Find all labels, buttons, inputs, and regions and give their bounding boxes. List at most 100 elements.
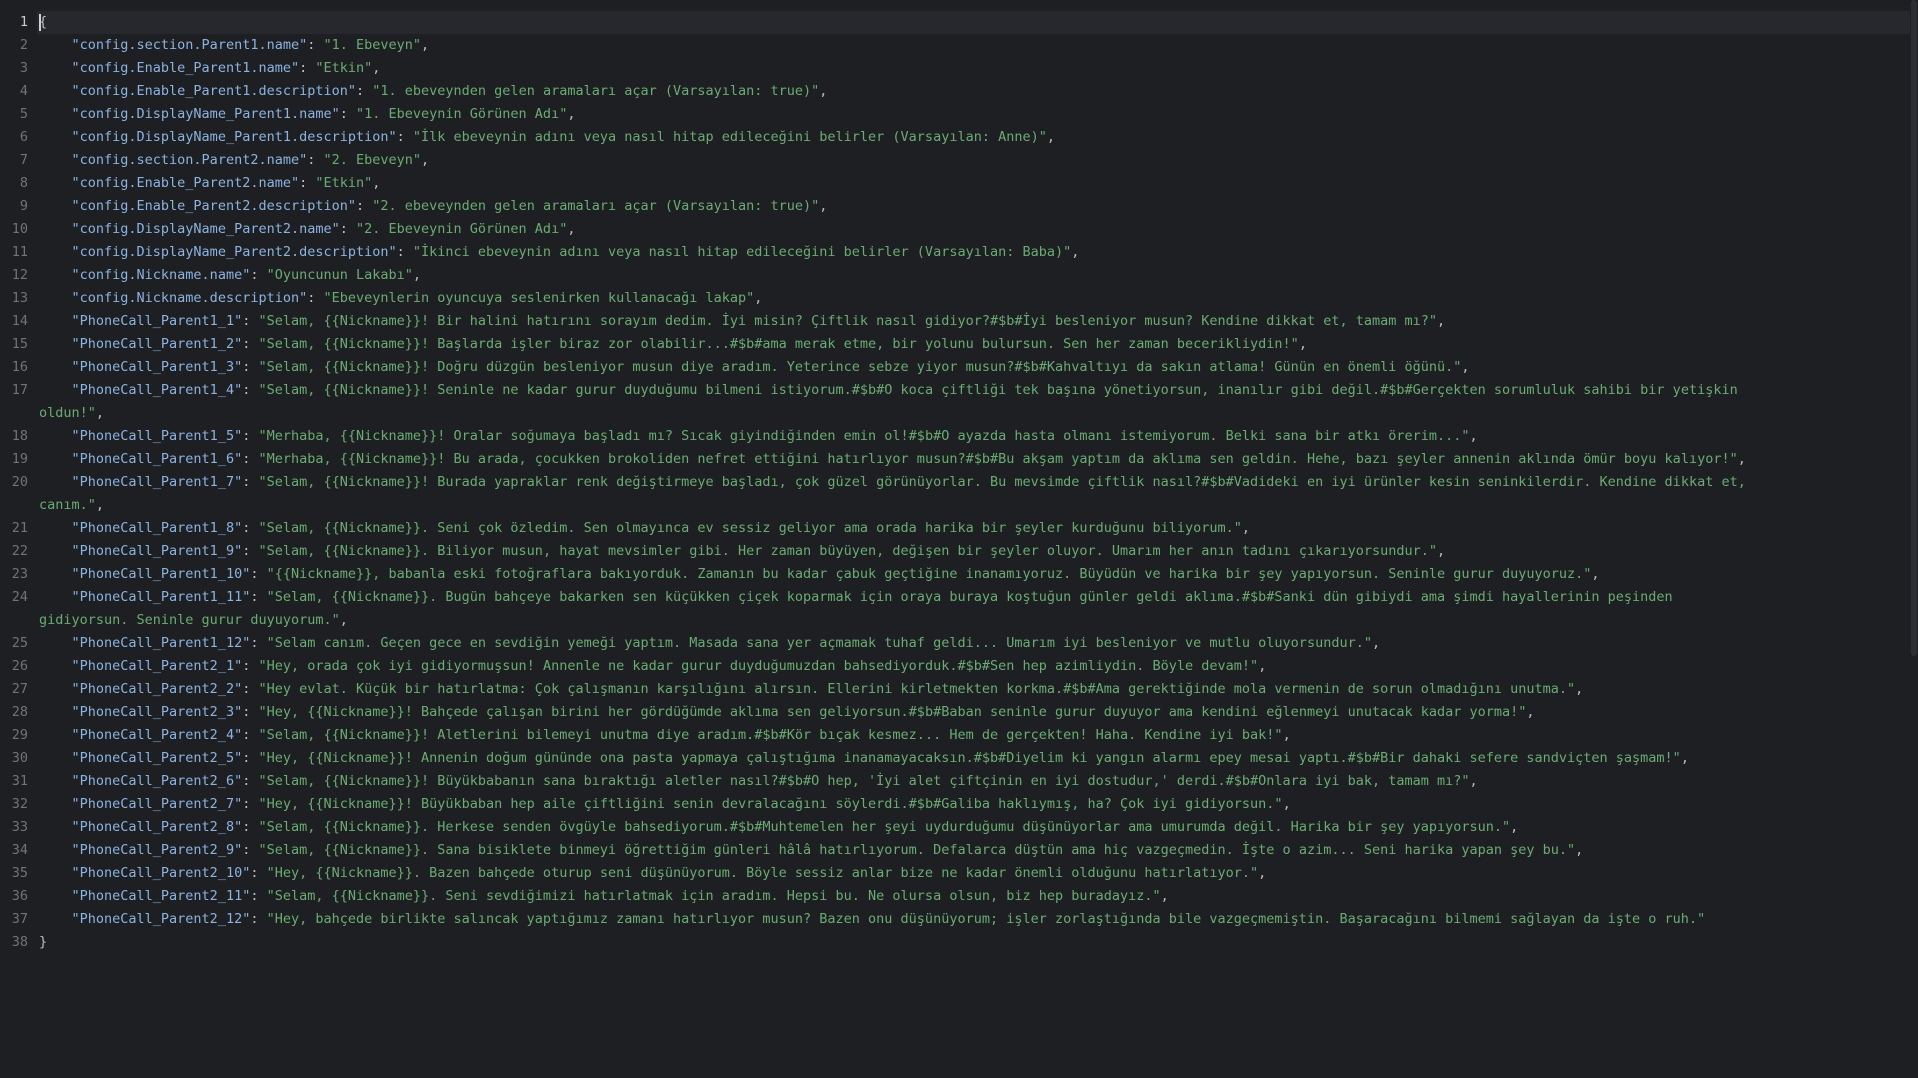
code-line[interactable]: "config.section.Parent2.name": "2. Ebeve… bbox=[39, 149, 1890, 172]
line-number: 2 bbox=[19, 37, 28, 53]
line-number bbox=[0, 402, 28, 425]
code-line[interactable]: "PhoneCall_Parent1_10": "{{Nickname}}, b… bbox=[39, 563, 1890, 586]
json-key: "PhoneCall_Parent1_6" bbox=[71, 451, 243, 467]
line-number: 6 bbox=[19, 129, 28, 145]
code-line[interactable]: "config.Enable_Parent2.description": "2.… bbox=[39, 195, 1890, 218]
line-number: 13 bbox=[11, 290, 28, 306]
code-line[interactable]: "PhoneCall_Parent2_5": "Hey, {{Nickname}… bbox=[39, 747, 1890, 770]
code-line[interactable]: "config.section.Parent1.name": "1. Ebeve… bbox=[39, 34, 1890, 57]
code-line[interactable]: "PhoneCall_Parent2_3": "Hey, {{Nickname}… bbox=[39, 701, 1890, 724]
code-line[interactable]: gidiyorsun. Seninle gurur duyuyorum.", bbox=[39, 609, 1890, 632]
json-key: "PhoneCall_Parent2_2" bbox=[71, 681, 243, 697]
json-string-value: "Selam, {{Nickname}}! Büyükbabanın sana … bbox=[258, 773, 1470, 789]
code-line[interactable]: "PhoneCall_Parent1_7": "Selam, {{Nicknam… bbox=[39, 471, 1890, 494]
json-key: "PhoneCall_Parent2_11" bbox=[71, 888, 251, 904]
comma: , bbox=[1071, 244, 1080, 260]
code-line[interactable]: "PhoneCall_Parent2_6": "Selam, {{Nicknam… bbox=[39, 770, 1890, 793]
json-key: "PhoneCall_Parent2_9" bbox=[71, 842, 243, 858]
json-string-value: "Selam, {{Nickname}}. Sana bisiklete bin… bbox=[258, 842, 1576, 858]
comma: , bbox=[819, 83, 828, 99]
json-string-value: "2. Ebeveynin Görünen Adı" bbox=[356, 221, 568, 237]
line-number: 34 bbox=[11, 842, 28, 858]
json-string-value: "Merhaba, {{Nickname}}! Oralar soğumaya … bbox=[258, 428, 1470, 444]
code-line[interactable]: "PhoneCall_Parent2_9": "Selam, {{Nicknam… bbox=[39, 839, 1890, 862]
json-key: "PhoneCall_Parent2_8" bbox=[71, 819, 243, 835]
code-editor[interactable]: 1 2 3 4 5 6 7 8 9 10 11 12 13 14 15 16 17 18 19 20 21 22 23 24 2… bbox=[0, 0, 1918, 1078]
comma: , bbox=[1575, 842, 1584, 858]
colon-separator: : bbox=[250, 635, 267, 651]
colon-separator: : bbox=[242, 474, 259, 490]
line-number: 31 bbox=[11, 773, 28, 789]
comma: , bbox=[1282, 727, 1291, 743]
vertical-scrollbar[interactable] bbox=[1910, 0, 1918, 1078]
comma: , bbox=[95, 497, 105, 513]
line-number: 12 bbox=[11, 267, 28, 283]
code-line[interactable]: { bbox=[37, 11, 1918, 34]
code-line[interactable]: "PhoneCall_Parent1_2": "Selam, {{Nicknam… bbox=[39, 333, 1890, 356]
code-line[interactable]: "config.Nickname.name": "Oyuncunun Lakab… bbox=[39, 264, 1890, 287]
comma: , bbox=[1160, 888, 1169, 904]
code-line[interactable]: "PhoneCall_Parent1_12": "Selam canım. Ge… bbox=[39, 632, 1890, 655]
comma: , bbox=[1298, 336, 1307, 352]
code-line[interactable]: "PhoneCall_Parent2_7": "Hey, {{Nickname}… bbox=[39, 793, 1890, 816]
code-line[interactable]: "PhoneCall_Parent2_2": "Hey evlat. Küçük… bbox=[39, 678, 1890, 701]
code-line[interactable]: "config.DisplayName_Parent1.description"… bbox=[39, 126, 1890, 149]
code-line[interactable]: "PhoneCall_Parent2_10": "Hey, {{Nickname… bbox=[39, 862, 1890, 885]
code-line[interactable]: "config.DisplayName_Parent2.name": "2. E… bbox=[39, 218, 1890, 241]
code-line[interactable]: "PhoneCall_Parent1_9": "Selam, {{Nicknam… bbox=[39, 540, 1890, 563]
code-line[interactable]: "config.Enable_Parent2.name": "Etkin", bbox=[39, 172, 1890, 195]
json-key: "PhoneCall_Parent2_1" bbox=[71, 658, 243, 674]
code-line[interactable]: "config.DisplayName_Parent1.name": "1. E… bbox=[39, 103, 1890, 126]
code-line[interactable]: "PhoneCall_Parent2_8": "Selam, {{Nicknam… bbox=[39, 816, 1890, 839]
json-key: "PhoneCall_Parent1_5" bbox=[71, 428, 243, 444]
code-line[interactable]: "config.Enable_Parent1.name": "Etkin", bbox=[39, 57, 1890, 80]
code-line[interactable]: "PhoneCall_Parent1_6": "Merhaba, {{Nickn… bbox=[39, 448, 1890, 471]
code-line[interactable]: "PhoneCall_Parent1_11": "Selam, {{Nickna… bbox=[39, 586, 1890, 609]
code-line[interactable]: } bbox=[39, 931, 1890, 954]
comma: , bbox=[1591, 566, 1600, 582]
json-key: "PhoneCall_Parent2_7" bbox=[71, 796, 243, 812]
colon-separator: : bbox=[339, 106, 356, 122]
code-line[interactable]: canım.", bbox=[39, 494, 1890, 517]
code-line[interactable]: "config.DisplayName_Parent2.description"… bbox=[39, 241, 1890, 264]
code-line[interactable]: "PhoneCall_Parent1_3": "Selam, {{Nicknam… bbox=[39, 356, 1890, 379]
comma: , bbox=[1469, 428, 1478, 444]
code-line[interactable]: oldun!", bbox=[39, 402, 1890, 425]
code-area[interactable]: { "config.section.Parent1.name": "1. Ebe… bbox=[37, 11, 1918, 954]
code-line[interactable]: "PhoneCall_Parent1_5": "Merhaba, {{Nickn… bbox=[39, 425, 1890, 448]
json-string-value: "Selam, {{Nickname}}! Başlarda işler bir… bbox=[258, 336, 1299, 352]
comma: , bbox=[1575, 681, 1584, 697]
code-line[interactable]: "PhoneCall_Parent1_1": "Selam, {{Nicknam… bbox=[39, 310, 1890, 333]
json-string-value: "Oyuncunun Lakabı" bbox=[266, 267, 413, 283]
scrollbar-thumb[interactable] bbox=[1911, 0, 1917, 656]
json-string-value: "Ebeveynlerin oyuncuya seslenirken kulla… bbox=[323, 290, 755, 306]
code-line[interactable]: "PhoneCall_Parent2_11": "Selam, {{Nickna… bbox=[39, 885, 1890, 908]
line-number: 10 bbox=[11, 221, 28, 237]
colon-separator: : bbox=[242, 428, 259, 444]
json-string-value: "Merhaba, {{Nickname}}! Bu arada, çocukk… bbox=[258, 451, 1738, 467]
code-line[interactable]: "PhoneCall_Parent1_4": "Selam, {{Nicknam… bbox=[39, 379, 1890, 402]
code-line[interactable]: "PhoneCall_Parent2_4": "Selam, {{Nicknam… bbox=[39, 724, 1890, 747]
line-number: 15 bbox=[11, 336, 28, 352]
code-line[interactable]: "config.Enable_Parent1.description": "1.… bbox=[39, 80, 1890, 103]
comma: , bbox=[95, 405, 105, 421]
line-number: 36 bbox=[11, 888, 28, 904]
json-key: "config.Enable_Parent2.description" bbox=[71, 198, 356, 214]
json-key: "PhoneCall_Parent1_4" bbox=[71, 382, 243, 398]
code-line[interactable]: "PhoneCall_Parent1_8": "Selam, {{Nicknam… bbox=[39, 517, 1890, 540]
code-line[interactable]: "PhoneCall_Parent2_1": "Hey, orada çok i… bbox=[39, 655, 1890, 678]
json-string-value: "Selam, {{Nickname}}. Seni çok özledim. … bbox=[258, 520, 1242, 536]
colon-separator: : bbox=[299, 60, 316, 76]
brace: } bbox=[39, 934, 48, 950]
code-line[interactable]: "config.Nickname.description": "Ebeveynl… bbox=[39, 287, 1890, 310]
code-line[interactable]: "PhoneCall_Parent2_12": "Hey, bahçede bi… bbox=[39, 908, 1890, 931]
